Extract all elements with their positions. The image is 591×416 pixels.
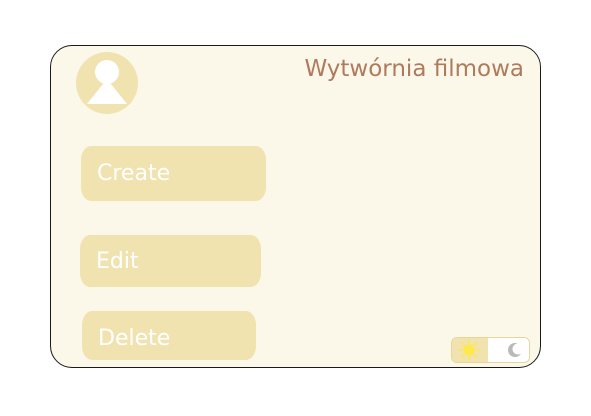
- sun-icon: [458, 339, 480, 361]
- page-title: Wytwórnia filmowa: [304, 56, 524, 82]
- delete-button-label: Delete: [98, 326, 171, 351]
- create-button[interactable]: Create: [81, 146, 266, 201]
- edit-button[interactable]: Edit: [80, 235, 261, 287]
- moon-icon: [508, 343, 524, 357]
- dark-mode-option[interactable]: [489, 338, 529, 362]
- theme-toggle[interactable]: [451, 337, 530, 363]
- main-panel: Wytwórnia filmowa Create Edit Delete: [50, 45, 541, 368]
- create-button-label: Create: [97, 161, 171, 186]
- delete-button[interactable]: Delete: [82, 311, 256, 360]
- edit-button-label: Edit: [96, 248, 139, 274]
- user-avatar-icon[interactable]: [76, 52, 138, 114]
- light-mode-option[interactable]: [452, 338, 488, 362]
